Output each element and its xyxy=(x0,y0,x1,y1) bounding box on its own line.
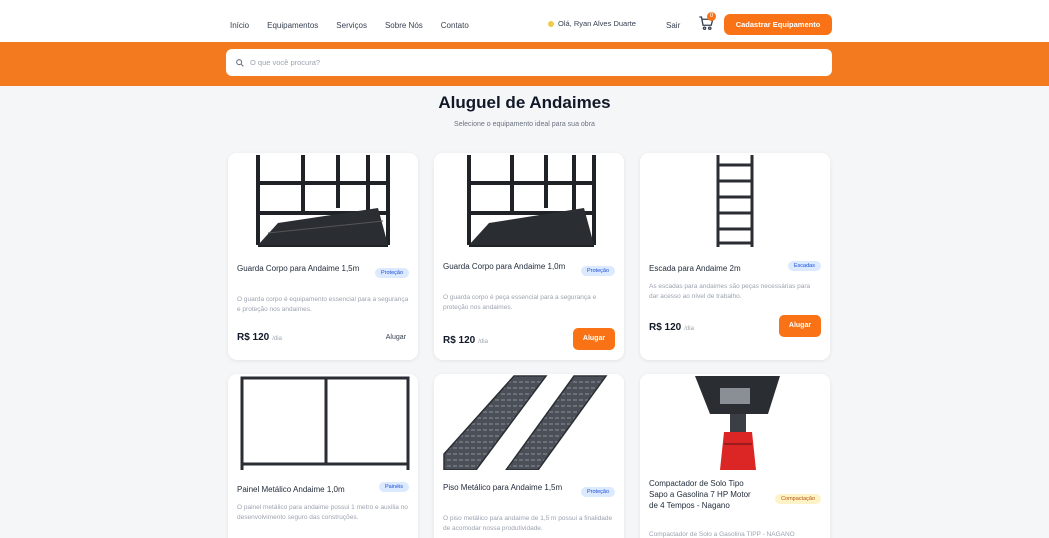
cart-count-badge: 0 xyxy=(707,12,716,21)
nav-link-contato[interactable]: Contato xyxy=(441,21,469,30)
price-value: R$ 120 xyxy=(649,322,682,333)
price-unit: /dia xyxy=(684,326,694,332)
compactor-image xyxy=(640,374,830,470)
category-badge: Proteção xyxy=(374,268,409,278)
category-badge: Proteção xyxy=(580,487,615,497)
user-status-icon xyxy=(548,20,554,27)
nav-link-inicio[interactable]: Início xyxy=(230,21,249,30)
price-unit: /dia xyxy=(272,336,282,342)
category-badge: Escadas xyxy=(787,261,821,271)
search-input[interactable] xyxy=(250,58,810,67)
price-value: R$ 120 xyxy=(443,335,476,346)
card-description: As escadas para andaimes são peças neces… xyxy=(649,283,811,300)
category-badge: Compactação xyxy=(775,494,821,504)
card-title: Compactador de Solo Tipo Sapo a Gasolina… xyxy=(649,479,751,510)
panel-image xyxy=(228,374,418,470)
floor-plank-image xyxy=(434,374,624,471)
category-badge: Painéis xyxy=(378,482,409,492)
card-title: Guarda Corpo para Andaime 1,5m xyxy=(237,264,360,273)
product-card[interactable]: Guarda Corpo para Andaime 1,0m Proteção … xyxy=(434,153,624,360)
card-title: Painel Metálico Andaime 1,0m xyxy=(237,485,345,494)
guardrail-image xyxy=(434,153,624,249)
card-title: Guarda Corpo para Andaime 1,0m xyxy=(443,262,566,271)
nav-link-equipamentos[interactable]: Equipamentos xyxy=(267,21,318,30)
nav-links: Início Equipamentos Serviços Sobre Nós C… xyxy=(230,21,469,30)
card-title: Escada para Andaime 2m xyxy=(649,264,741,273)
page-title: Aluguel de Andaimes xyxy=(438,93,611,112)
register-equipment-button[interactable]: Cadastrar Equipamento xyxy=(724,14,832,35)
top-navbar: Início Equipamentos Serviços Sobre Nós C… xyxy=(0,0,1049,42)
search-icon xyxy=(236,58,244,67)
category-badge: Proteção xyxy=(580,266,615,276)
rent-button[interactable]: Alugar xyxy=(386,334,406,341)
nav-link-servicos[interactable]: Serviços xyxy=(336,21,367,30)
user-name: Olá, Ryan Alves Duarte xyxy=(558,19,636,28)
price-unit: /dia xyxy=(478,339,488,345)
product-card[interactable]: Painel Metálico Andaime 1,0m Painéis O p… xyxy=(228,374,418,538)
card-title: Piso Metálico para Andaime 1,5m xyxy=(443,483,563,492)
product-card[interactable]: Compactador de Solo Tipo Sapo a Gasolina… xyxy=(640,374,830,538)
card-description: O guarda corpo é peça essencial para a s… xyxy=(443,294,597,311)
price-label: R$ 120/dia xyxy=(443,335,488,346)
ladder-image xyxy=(640,153,830,249)
card-description: O piso metálico para andaime de 1,5 m po… xyxy=(443,515,613,532)
rent-button[interactable]: Alugar xyxy=(573,328,615,350)
card-description: Compactador de Solo a Gasolina TIPP - NA… xyxy=(649,531,795,538)
guardrail-image xyxy=(228,153,418,249)
user-greeting[interactable]: Olá, Ryan Alves Duarte xyxy=(548,19,636,28)
product-card[interactable]: Escada para Andaime 2m Escadas As escada… xyxy=(640,153,830,360)
price-label: R$ 120/dia xyxy=(237,332,282,343)
logout-link[interactable]: Sair xyxy=(666,21,680,30)
card-description: O painel metálico para andaime possui 1 … xyxy=(237,504,408,521)
search-bar[interactable] xyxy=(226,49,832,76)
product-card[interactable]: Piso Metálico para Andaime 1,5m Proteção… xyxy=(434,374,624,538)
price-value: R$ 120 xyxy=(237,332,270,343)
card-description: O guarda corpo é equipamento essencial p… xyxy=(237,296,409,313)
cart-button[interactable]: 0 xyxy=(697,12,717,34)
price-label: R$ 120/dia xyxy=(649,322,694,333)
nav-link-sobre[interactable]: Sobre Nós xyxy=(385,21,423,30)
rent-button[interactable]: Alugar xyxy=(779,315,821,337)
product-card[interactable]: Guarda Corpo para Andaime 1,5m Proteção … xyxy=(228,153,418,360)
page-subtitle: Selecione o equipamento ideal para sua o… xyxy=(454,121,595,128)
